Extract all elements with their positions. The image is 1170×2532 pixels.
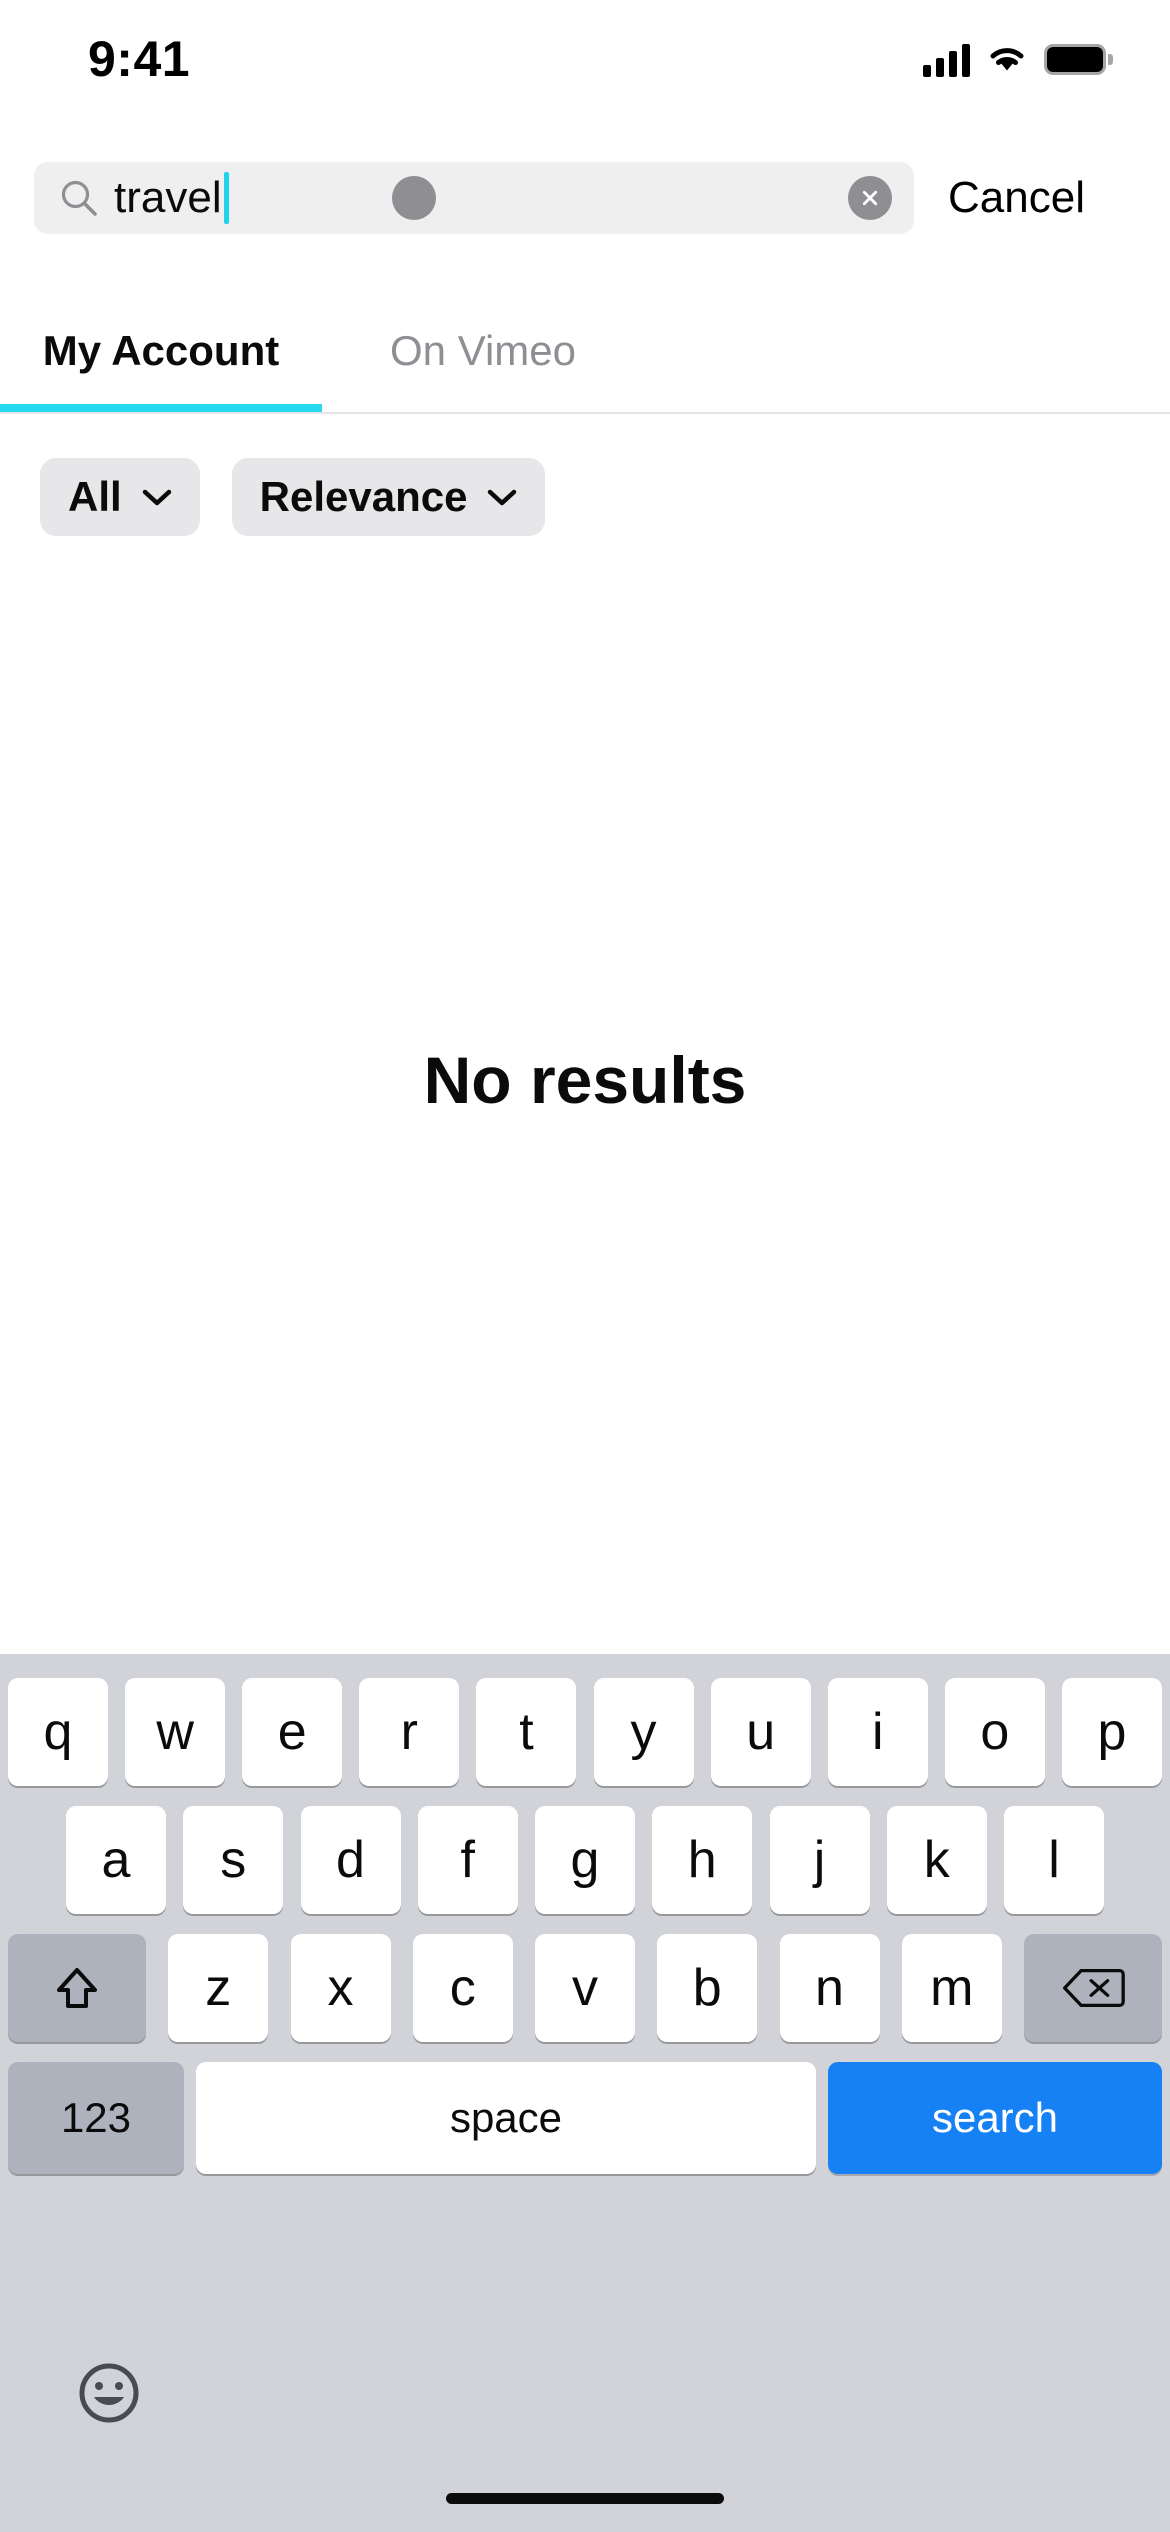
key-g[interactable]: g bbox=[535, 1806, 635, 1914]
key-p[interactable]: p bbox=[1061, 1678, 1162, 1786]
tab-my-account-label: My Account bbox=[42, 327, 280, 374]
key-numbers[interactable]: 123 bbox=[8, 2062, 184, 2174]
filter-chip-relevance[interactable]: Relevance bbox=[231, 458, 546, 536]
key-k[interactable]: k bbox=[886, 1806, 987, 1914]
signal-bars-icon bbox=[923, 41, 970, 77]
cancel-button[interactable]: Cancel bbox=[948, 173, 1085, 223]
key-i[interactable]: i bbox=[827, 1678, 928, 1786]
keyboard-row-4: 123 space search bbox=[0, 2062, 1170, 2174]
key-e[interactable]: e bbox=[242, 1678, 343, 1786]
key-d[interactable]: d bbox=[300, 1806, 401, 1914]
filter-chip-all-label: All bbox=[68, 473, 122, 520]
keyboard-row-2: a s d f g h j k l bbox=[0, 1806, 1170, 1914]
home-indicator-bar bbox=[446, 2493, 724, 2504]
status-bar: 9:41 bbox=[0, 0, 1170, 96]
shift-up-arrow-icon[interactable] bbox=[8, 1934, 146, 2042]
key-f[interactable]: f bbox=[417, 1806, 518, 1914]
filter-chip-row: All Relevance bbox=[0, 458, 1170, 536]
key-x[interactable]: x bbox=[290, 1934, 391, 2042]
status-bar-indicators bbox=[923, 41, 1113, 77]
active-tab-indicator bbox=[0, 404, 322, 412]
keyboard-row-1: q w e r t y u i o p bbox=[0, 1678, 1170, 1786]
filter-chip-all[interactable]: All bbox=[40, 458, 200, 536]
key-u[interactable]: u bbox=[710, 1678, 811, 1786]
search-scope-tabs: My Account On Vimeo bbox=[0, 290, 1170, 414]
empty-state: No results bbox=[0, 1042, 1170, 1118]
on-screen-keyboard: q w e r t y u i o p a s d f g h j k l z … bbox=[0, 1654, 1170, 2532]
key-q[interactable]: q bbox=[8, 1678, 108, 1786]
key-w[interactable]: w bbox=[125, 1678, 226, 1786]
tab-my-account[interactable]: My Account bbox=[0, 290, 322, 412]
chevron-down-icon bbox=[142, 488, 172, 506]
battery-icon bbox=[1044, 43, 1113, 75]
emoji-smiley-icon[interactable] bbox=[78, 2362, 140, 2424]
text-cursor-caret bbox=[223, 172, 229, 224]
key-c[interactable]: c bbox=[412, 1934, 513, 2042]
search-icon bbox=[60, 179, 98, 217]
key-m[interactable]: m bbox=[901, 1934, 1002, 2042]
key-a[interactable]: a bbox=[66, 1806, 166, 1914]
key-n[interactable]: n bbox=[779, 1934, 880, 2042]
touch-pointer-dot bbox=[392, 176, 436, 220]
key-z[interactable]: z bbox=[168, 1934, 269, 2042]
key-s[interactable]: s bbox=[183, 1806, 284, 1914]
search-bar-row: travel Cancel bbox=[0, 152, 1170, 244]
empty-state-title: No results bbox=[423, 1043, 747, 1117]
key-j[interactable]: j bbox=[769, 1806, 870, 1914]
key-v[interactable]: v bbox=[535, 1934, 635, 2042]
filter-chip-relevance-label: Relevance bbox=[259, 473, 468, 520]
tab-on-vimeo[interactable]: On Vimeo bbox=[322, 290, 644, 412]
status-bar-time: 9:41 bbox=[88, 31, 191, 87]
app-screen: 9:41 travel Cancel My Account On Vimeo A… bbox=[0, 0, 1170, 2532]
key-y[interactable]: y bbox=[593, 1678, 694, 1786]
search-input[interactable]: travel bbox=[34, 162, 914, 234]
key-b[interactable]: b bbox=[657, 1934, 758, 2042]
key-o[interactable]: o bbox=[944, 1678, 1045, 1786]
key-h[interactable]: h bbox=[652, 1806, 753, 1914]
key-r[interactable]: r bbox=[359, 1678, 460, 1786]
tab-on-vimeo-label: On Vimeo bbox=[390, 327, 576, 374]
keyboard-row-3: z x c v b n m bbox=[0, 1934, 1170, 2042]
key-search-return[interactable]: search bbox=[828, 2062, 1162, 2174]
key-space[interactable]: space bbox=[196, 2062, 816, 2174]
chevron-down-icon bbox=[487, 488, 517, 506]
clear-search-button[interactable] bbox=[848, 176, 892, 220]
wifi-icon bbox=[986, 43, 1028, 75]
backspace-delete-icon[interactable] bbox=[1024, 1934, 1162, 2042]
key-l[interactable]: l bbox=[1004, 1806, 1104, 1914]
search-input-value: travel bbox=[114, 173, 222, 222]
key-t[interactable]: t bbox=[476, 1678, 577, 1786]
